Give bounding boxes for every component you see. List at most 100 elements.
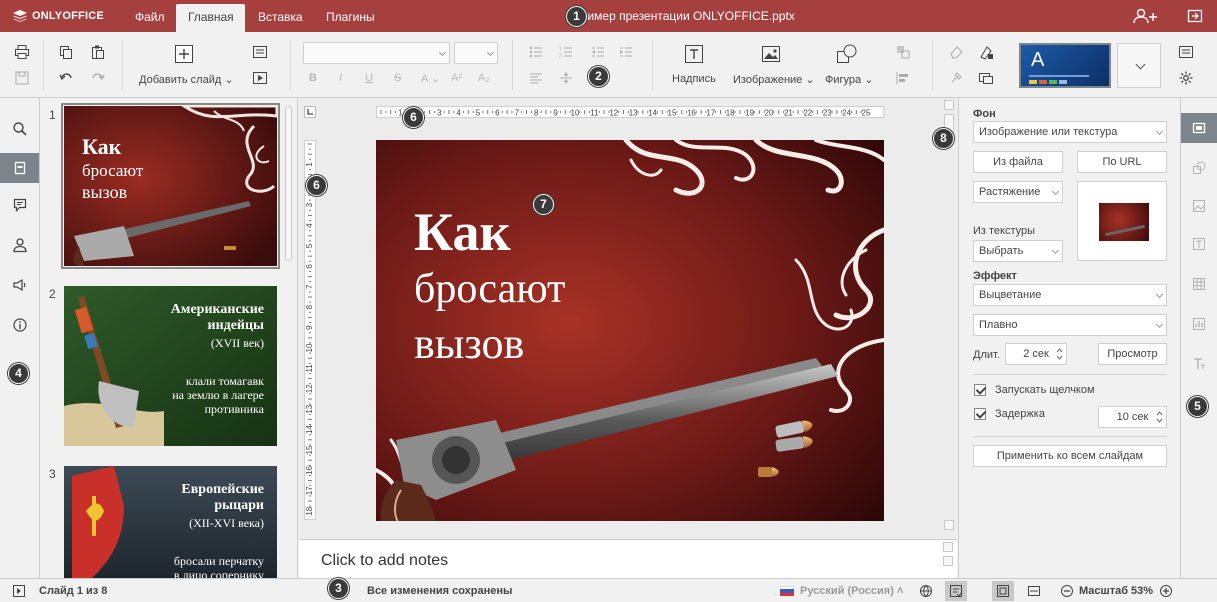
color-scheme-icon[interactable] <box>976 42 996 62</box>
slide-title-line2[interactable]: бросают <box>414 268 565 310</box>
slide-layout-icon[interactable] <box>250 42 270 62</box>
numbering-icon[interactable]: 12 <box>556 42 576 62</box>
image-icon[interactable] <box>759 42 783 66</box>
subscript-icon[interactable]: A₂ <box>478 72 490 84</box>
notes-placeholder[interactable]: Click to add notes <box>321 552 448 570</box>
arrange-icon[interactable] <box>893 42 913 62</box>
spellcheck-icon[interactable] <box>945 581 967 601</box>
play-slideshow-icon[interactable] <box>12 584 26 601</box>
strikethrough-icon[interactable]: S <box>394 72 401 84</box>
textbox-icon[interactable] <box>682 42 706 66</box>
increase-indent-icon[interactable] <box>616 42 636 62</box>
effect-select[interactable]: Выцветание <box>973 284 1167 306</box>
add-slide-icon[interactable] <box>172 42 196 66</box>
slide-title-line3[interactable]: вызов <box>414 322 524 366</box>
align-left-icon[interactable] <box>526 68 546 88</box>
slide-2-title-line3: (XVII век) <box>210 336 264 350</box>
copy-style-icon[interactable] <box>946 68 966 88</box>
slide-canvas[interactable]: Как бросают вызов <box>376 140 884 521</box>
zoom-in-icon[interactable] <box>1159 584 1173 601</box>
image-settings-icon[interactable] <box>1181 191 1217 221</box>
about-info-icon[interactable] <box>0 310 39 340</box>
language-select[interactable]: Русский (Россия) ˄ <box>800 585 903 597</box>
print-icon[interactable] <box>12 42 32 62</box>
apply-to-all-slides-button[interactable]: Применить ко всем слайдам <box>973 445 1167 467</box>
effect-type-select[interactable]: Плавно <box>973 314 1167 336</box>
align-shape-icon[interactable] <box>893 68 913 88</box>
bullets-icon[interactable] <box>526 42 546 62</box>
image-button[interactable]: Изображение ⌄ <box>733 73 815 86</box>
start-on-click-checkbox[interactable] <box>974 384 986 396</box>
slide-thumbnail-3[interactable]: Европейские рыцари (XII-XVI века) бросал… <box>64 466 277 578</box>
fit-width-icon[interactable] <box>1027 584 1041 601</box>
slides-panel-icon[interactable] <box>0 153 39 183</box>
from-file-button[interactable]: Из файла <box>973 151 1063 173</box>
language-value: Русский (Россия) <box>800 585 894 597</box>
decrease-indent-icon[interactable] <box>588 42 608 62</box>
notes-scroll-up[interactable] <box>943 542 953 552</box>
italic-icon[interactable]: I <box>339 72 342 84</box>
comments-icon[interactable] <box>0 190 39 220</box>
gear-icon[interactable] <box>1176 68 1196 88</box>
tab-stop-selector[interactable] <box>304 106 316 118</box>
vertical-align-icon[interactable] <box>556 68 576 88</box>
font-color-icon[interactable]: A ⌄ <box>421 72 440 85</box>
theme-gallery-item[interactable]: A <box>1019 43 1111 88</box>
view-settings-icon[interactable] <box>1176 42 1196 62</box>
bold-icon[interactable]: B <box>309 72 317 84</box>
start-slideshow-icon[interactable] <box>250 68 270 88</box>
scroll-up-button[interactable] <box>944 100 954 110</box>
shape-settings-icon[interactable] <box>1181 153 1217 183</box>
textart-settings-icon[interactable] <box>1181 349 1217 379</box>
ruler-label: 13 <box>305 404 314 413</box>
scroll-down-button[interactable] <box>944 520 954 530</box>
by-url-button[interactable]: По URL <box>1077 151 1167 173</box>
feedback-speaker-icon[interactable] <box>0 270 39 300</box>
add-slide-button[interactable]: Добавить слайд ⌄ <box>139 73 234 86</box>
chart-settings-icon[interactable] <box>1181 309 1217 339</box>
shape-icon[interactable] <box>835 42 859 66</box>
spellcheck-language-icon[interactable] <box>919 584 933 601</box>
share-user-icon[interactable] <box>1133 8 1161 27</box>
font-size-select[interactable] <box>454 42 498 64</box>
redo-icon[interactable] <box>88 68 108 88</box>
thumbnails-scrollbar[interactable] <box>285 106 292 261</box>
preview-button[interactable]: Просмотр <box>1098 343 1167 365</box>
slide-3-body-line1: бросали перчатку <box>173 554 264 568</box>
notes-panel[interactable]: Click to add notes <box>299 539 957 578</box>
undo-icon[interactable] <box>56 68 76 88</box>
font-name-select[interactable] <box>303 42 450 64</box>
paste-icon[interactable] <box>88 42 108 62</box>
fit-slide-icon[interactable] <box>992 581 1014 601</box>
horizontal-ruler[interactable]: 1234567891011121314151617181920212223242… <box>376 106 884 118</box>
save-icon[interactable] <box>12 68 32 88</box>
stretch-select[interactable]: Растяжение <box>973 181 1063 203</box>
slide-title-line1[interactable]: Как <box>414 205 511 259</box>
copy-icon[interactable] <box>56 42 76 62</box>
text-settings-icon[interactable] <box>1181 229 1217 259</box>
app-logo[interactable]: ONLYOFFICE <box>12 9 104 23</box>
underline-icon[interactable]: U <box>365 72 373 84</box>
slide-thumbnail-1[interactable]: Как бросают вызов <box>61 103 280 269</box>
delay-checkbox[interactable] <box>974 408 986 420</box>
editor-vertical-scrollbar[interactable] <box>940 98 957 538</box>
background-fill-select[interactable]: Изображение или текстура <box>973 121 1167 143</box>
superscript-icon[interactable]: A² <box>451 72 462 84</box>
duration-spinner[interactable]: 2 сек <box>1005 343 1067 365</box>
slide-thumbnail-2[interactable]: Американские индейцы (XVII век) клали то… <box>64 286 277 446</box>
slide-size-icon[interactable] <box>976 68 996 88</box>
shape-button[interactable]: Фигура ⌄ <box>825 73 873 86</box>
user-icon[interactable] <box>0 230 39 260</box>
texture-select[interactable]: Выбрать <box>973 240 1063 262</box>
open-location-icon[interactable] <box>1187 8 1203 27</box>
clear-style-icon[interactable] <box>946 42 966 62</box>
notes-scroll-thumb[interactable] <box>943 556 953 566</box>
textbox-button[interactable]: Надпись <box>672 73 716 85</box>
theme-gallery-expand[interactable] <box>1117 43 1161 88</box>
delay-spinner[interactable]: 10 сек <box>1098 406 1167 428</box>
vertical-ruler[interactable]: 123456789101112131415161718 <box>304 140 316 520</box>
zoom-out-icon[interactable] <box>1060 584 1074 601</box>
slide-settings-icon[interactable] <box>1181 113 1217 143</box>
search-icon[interactable] <box>0 114 39 144</box>
table-settings-icon[interactable] <box>1181 269 1217 299</box>
